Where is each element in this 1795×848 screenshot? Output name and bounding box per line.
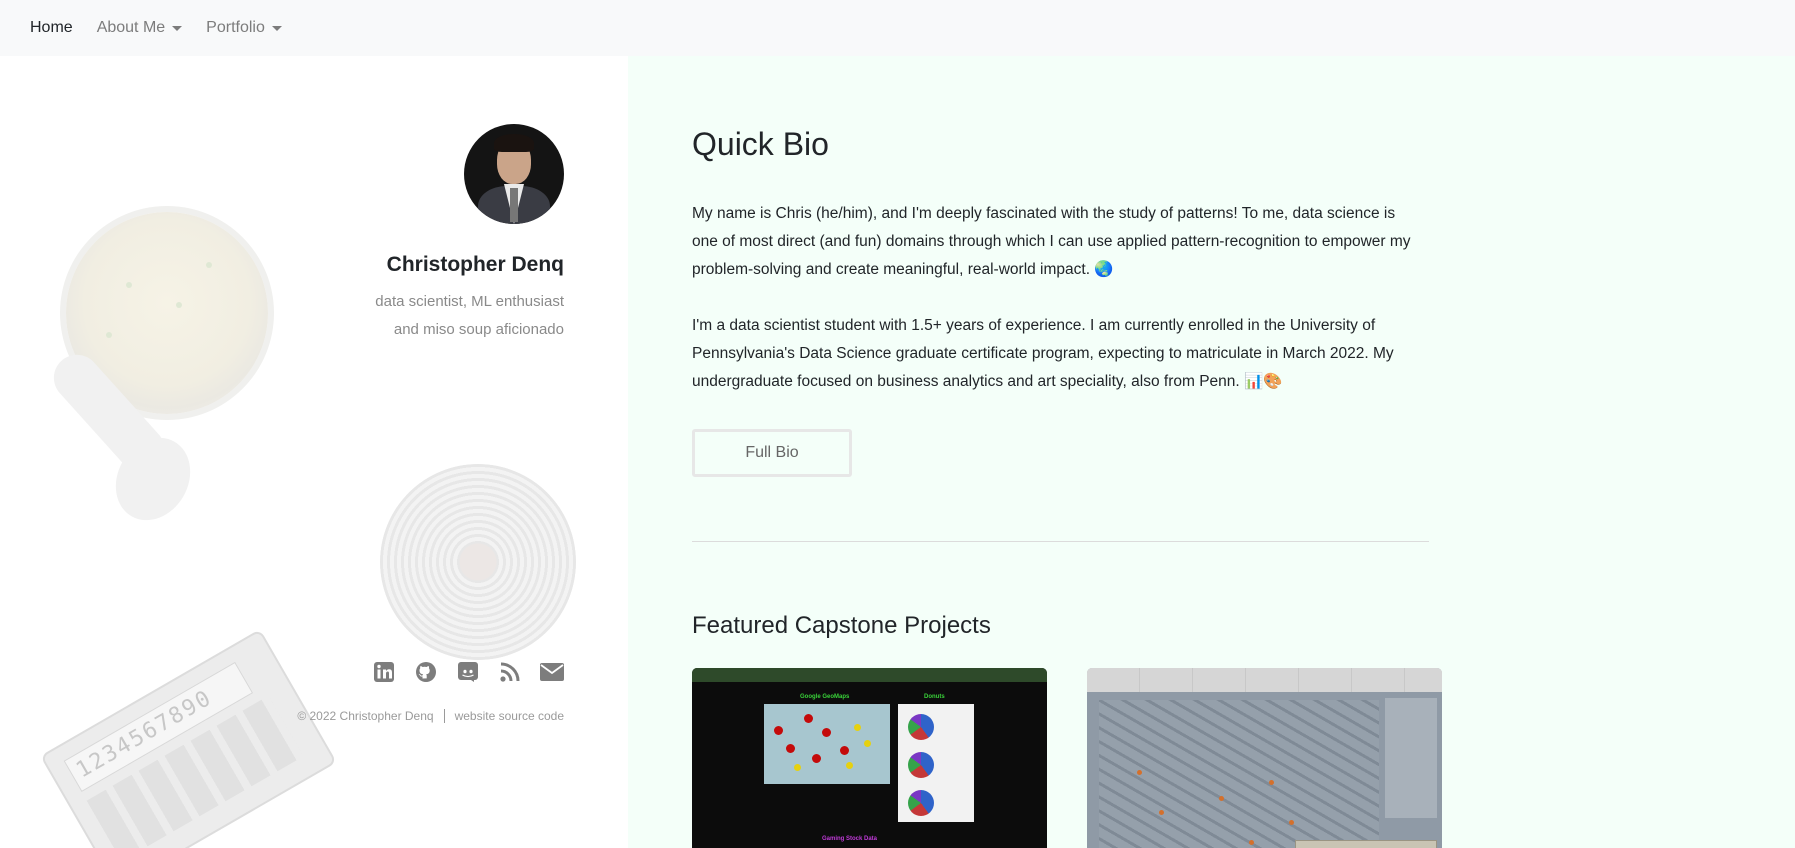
browser-bar	[692, 668, 1047, 682]
tagline-line-2: and miso soup aficionado	[393, 321, 564, 338]
nav-home-label: Home	[30, 19, 73, 36]
section-divider	[692, 541, 1429, 542]
linkedin-icon[interactable]	[372, 660, 396, 684]
footer-divider	[443, 709, 445, 723]
nav-about-label: About Me	[96, 19, 166, 36]
project-card-bikeshare-map[interactable]	[1087, 668, 1442, 848]
bio-paragraph-2: I'm a data scientist student with 1.5+ y…	[692, 317, 1394, 390]
card1-title-right: Donuts	[924, 694, 945, 700]
map-annotation	[1295, 840, 1437, 848]
nav-portfolio-dropdown[interactable]: Portfolio	[206, 19, 282, 37]
quick-bio-heading: Quick Bio	[692, 126, 829, 162]
geomap-thumbnail	[764, 704, 890, 784]
copyright-text: © 2022 Christopher Denq	[297, 709, 434, 723]
bio-paragraph-1: My name is Chris (he/him), and I'm deepl…	[692, 205, 1411, 278]
card1-footer-label: Gaming Stock Data	[822, 836, 878, 842]
main-content: Quick Bio My name is Chris (he/him), and…	[628, 56, 1795, 848]
chevron-down-icon	[271, 25, 282, 31]
dandelion-illustration	[380, 464, 576, 660]
calculator-illustration: 1234567890	[40, 629, 337, 848]
profile-name: Christopher Denq	[386, 253, 564, 276]
social-links	[372, 660, 564, 684]
profile-tagline: data scientist, ML enthusiast and miso s…	[304, 288, 564, 344]
project-card-google-trends[interactable]: Google GeoMaps Donuts Gaming Stock Data	[692, 668, 1047, 848]
featured-projects-heading: Featured Capstone Projects	[692, 612, 991, 639]
github-icon[interactable]	[414, 660, 438, 684]
source-code-link[interactable]: website source code	[455, 709, 564, 723]
tagline-line-1: data scientist, ML enthusiast	[375, 293, 564, 310]
donut-charts-thumbnail	[898, 704, 974, 822]
nav-portfolio-label: Portfolio	[206, 19, 265, 36]
card1-title-left: Google GeoMaps	[800, 694, 850, 700]
chevron-down-icon	[172, 25, 183, 31]
map-thumbnail	[1099, 700, 1379, 848]
email-icon[interactable]	[540, 660, 564, 684]
nav-about-me-dropdown[interactable]: About Me	[96, 19, 183, 37]
full-bio-button[interactable]: Full Bio	[692, 429, 852, 477]
map-legend	[1385, 698, 1437, 818]
sidebar-footer: © 2022 Christopher Denq website source c…	[297, 709, 564, 723]
discord-icon[interactable]	[456, 660, 480, 684]
avatar	[464, 124, 564, 224]
blog-icon[interactable]	[498, 660, 522, 684]
dashboard-tabs	[1087, 668, 1442, 692]
navbar: Home About Me Portfolio	[0, 0, 1795, 56]
nav-home[interactable]: Home	[30, 19, 73, 37]
